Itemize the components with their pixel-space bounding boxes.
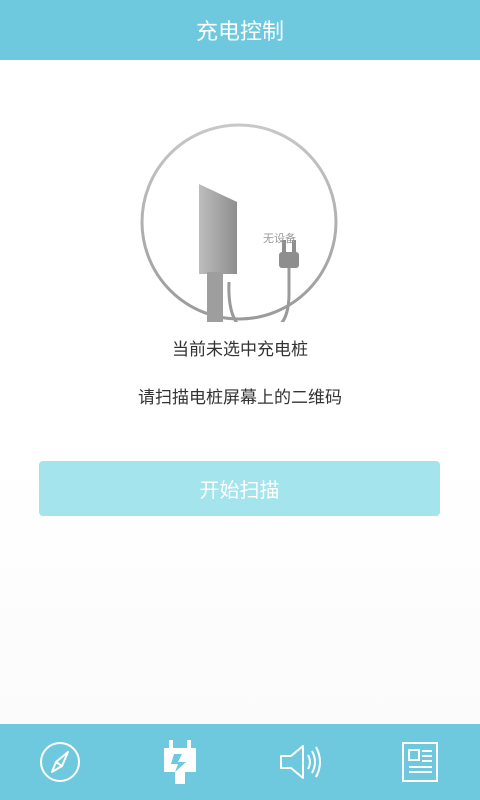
scan-instruction-text: 请扫描电桩屏幕上的二维码 xyxy=(138,388,342,408)
compass-icon xyxy=(40,742,80,782)
tab-speaker[interactable] xyxy=(273,736,325,788)
page-title: 充电控制 xyxy=(195,20,284,45)
tab-news[interactable] xyxy=(394,736,446,788)
header-bar: 充电控制 xyxy=(0,0,480,60)
start-scan-button[interactable]: 开始扫描 xyxy=(39,461,440,516)
tab-charging-control[interactable] xyxy=(154,736,206,788)
bottom-tab-bar xyxy=(0,724,480,800)
device-status-ring: 无设备 xyxy=(139,122,339,336)
start-scan-label: 开始扫描 xyxy=(199,478,280,502)
main-content: 无设备 当前未选中充电桩 请扫描电桩屏幕上的二维码 开始扫描 xyxy=(0,60,480,724)
tab-compass[interactable] xyxy=(34,736,86,788)
selection-status-text: 当前未选中充电桩 xyxy=(172,340,308,360)
charging-control-icon xyxy=(164,740,196,784)
news-icon xyxy=(402,742,438,782)
charging-pile-unplugged-icon xyxy=(140,123,338,336)
speaker-icon xyxy=(280,745,321,779)
device-status-badge: 无设备 xyxy=(263,232,296,245)
